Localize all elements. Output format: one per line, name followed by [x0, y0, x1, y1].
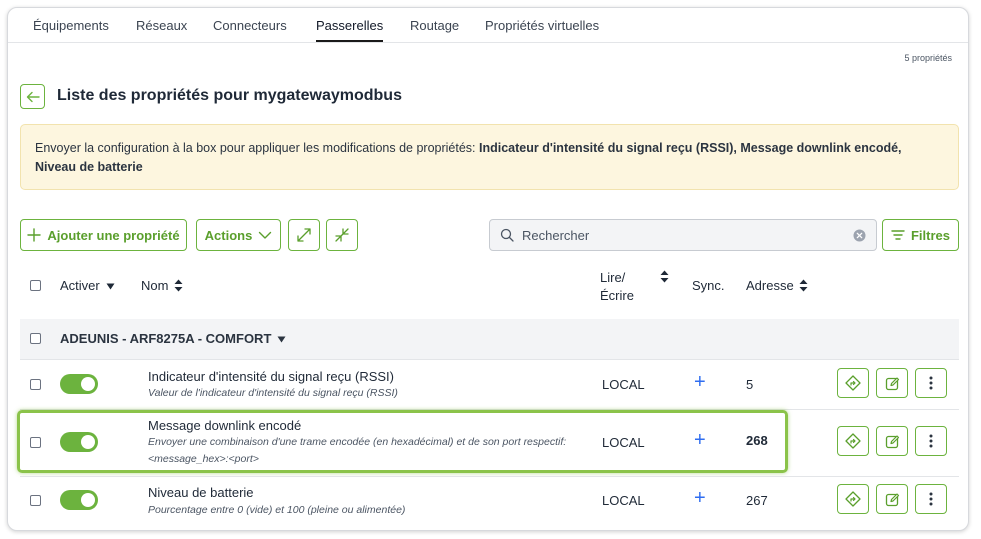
more-vertical-icon [929, 376, 933, 390]
select-all-checkbox[interactable] [30, 280, 41, 291]
add-property-button[interactable]: Ajouter une propriété [20, 219, 187, 251]
sync-plus-icon[interactable]: + [694, 488, 706, 508]
group-label: ADEUNIS - ARF8275A - COMFORT [60, 331, 272, 346]
more-vertical-icon [929, 434, 933, 448]
property-description: Pourcentage entre 0 (vide) et 100 (plein… [148, 504, 406, 516]
edit-button[interactable] [876, 484, 908, 514]
more-vertical-icon [929, 492, 933, 506]
row-checkbox[interactable] [30, 495, 41, 506]
property-count: 5 propriétés [904, 53, 952, 63]
row-checkbox[interactable] [30, 379, 41, 390]
clear-search-icon[interactable] [853, 229, 866, 242]
tab-proprietes-virtuelles[interactable]: Propriétés virtuelles [485, 18, 599, 33]
properties-card: Équipements Réseaux Connecteurs Passerel… [7, 7, 969, 531]
page-title: Liste des propriétés pour mygatewaymodbu… [57, 87, 402, 104]
read-write-value: LOCAL [602, 435, 645, 450]
directions-icon [845, 433, 861, 449]
enable-toggle[interactable] [60, 432, 98, 452]
group-toggle[interactable]: ADEUNIS - ARF8275A - COMFORT [60, 331, 286, 346]
row-divider [20, 476, 959, 477]
route-button[interactable] [837, 426, 869, 456]
config-warning-banner: Envoyer la configuration à la box pour a… [20, 124, 959, 190]
collapse-icon [335, 228, 349, 242]
tab-connecteurs[interactable]: Connecteurs [213, 18, 287, 33]
sync-plus-icon[interactable]: + [694, 372, 706, 392]
edit-icon [885, 434, 899, 448]
read-write-value: LOCAL [602, 493, 645, 508]
column-header-nom[interactable]: Nom [141, 278, 183, 293]
tab-reseaux[interactable]: Réseaux [136, 18, 187, 33]
search-icon [500, 228, 514, 242]
route-button[interactable] [837, 368, 869, 398]
property-name: Message downlink encodé [148, 418, 302, 433]
column-header-nom-label: Nom [141, 278, 169, 293]
property-description: Valeur de l'indicateur d'intensité du si… [148, 387, 398, 399]
property-name: Indicateur d'intensité du signal reçu (R… [148, 369, 394, 384]
back-button[interactable] [20, 84, 45, 109]
directions-icon [845, 491, 861, 507]
edit-button[interactable] [876, 426, 908, 456]
edit-icon [885, 492, 899, 506]
tab-passerelles[interactable]: Passerelles [316, 18, 384, 42]
route-button[interactable] [837, 484, 869, 514]
tab-bar: Équipements Réseaux Connecteurs Passerel… [8, 8, 968, 43]
enable-toggle[interactable] [60, 374, 98, 394]
sort-down-icon [106, 283, 115, 290]
row-divider [20, 359, 959, 360]
chevron-down-icon [259, 231, 272, 239]
caret-down-icon [277, 336, 286, 343]
column-header-activer-label: Activer [60, 278, 100, 293]
column-header-lire-ecrire[interactable]: Lire/ Écrire [600, 269, 634, 305]
column-header-adresse[interactable]: Adresse [746, 278, 808, 293]
filters-button[interactable]: Filtres [882, 219, 959, 251]
filter-icon [891, 230, 905, 240]
collapse-all-button[interactable] [326, 219, 358, 251]
more-options-button[interactable] [915, 368, 947, 398]
sync-plus-icon[interactable]: + [694, 430, 706, 450]
tab-routage[interactable]: Routage [410, 18, 459, 33]
column-header-activer[interactable]: Activer [60, 278, 115, 293]
address-value: 267 [746, 493, 768, 508]
more-options-button[interactable] [915, 484, 947, 514]
address-value: 5 [746, 377, 754, 392]
add-property-label: Ajouter une propriété [47, 227, 180, 243]
plus-icon [27, 228, 42, 242]
edit-icon [885, 376, 899, 390]
edit-button[interactable] [876, 368, 908, 398]
more-options-button[interactable] [915, 426, 947, 456]
column-header-rw-line2: Écrire [600, 288, 634, 303]
enable-toggle[interactable] [60, 490, 98, 510]
property-name: Niveau de batterie [148, 485, 254, 500]
actions-label: Actions [204, 227, 253, 243]
search-input[interactable]: Rechercher [489, 219, 877, 251]
column-header-adresse-label: Adresse [746, 278, 794, 293]
expand-icon [297, 228, 311, 242]
sort-icon [174, 279, 183, 292]
sort-icon [799, 279, 808, 292]
arrow-left-icon [26, 91, 40, 102]
group-checkbox[interactable] [30, 333, 41, 344]
banner-text: Envoyer la configuration à la box pour a… [35, 141, 480, 155]
actions-dropdown[interactable]: Actions [196, 219, 281, 251]
row-checkbox[interactable] [30, 437, 41, 448]
property-description: Envoyer une combinaison d'une trame enco… [148, 436, 567, 465]
search-placeholder: Rechercher [522, 227, 590, 243]
read-write-value: LOCAL [602, 377, 645, 392]
directions-icon [845, 375, 861, 391]
tab-equipements[interactable]: Équipements [33, 18, 109, 33]
column-header-rw-line1: Lire/ [600, 270, 626, 285]
address-value: 268 [746, 433, 768, 448]
expand-all-button[interactable] [288, 219, 320, 251]
sort-icon[interactable] [660, 270, 669, 283]
column-header-sync: Sync. [692, 278, 725, 293]
filters-label: Filtres [910, 227, 950, 243]
